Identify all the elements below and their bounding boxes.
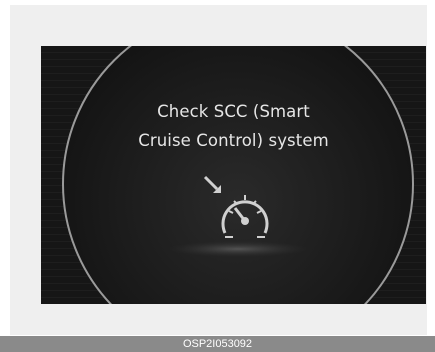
warning-message-line-1: Check SCC (Smart [157, 102, 310, 121]
scc-warning-gauge-icon [203, 175, 269, 238]
illustration-frame: Check SCC (Smart Cruise Control) system [10, 5, 427, 335]
warning-message-line-2: Cruise Control) system [138, 131, 329, 150]
figure-code-caption: OSP2I053092 [0, 336, 435, 352]
cluster-display: Check SCC (Smart Cruise Control) system [41, 46, 426, 304]
